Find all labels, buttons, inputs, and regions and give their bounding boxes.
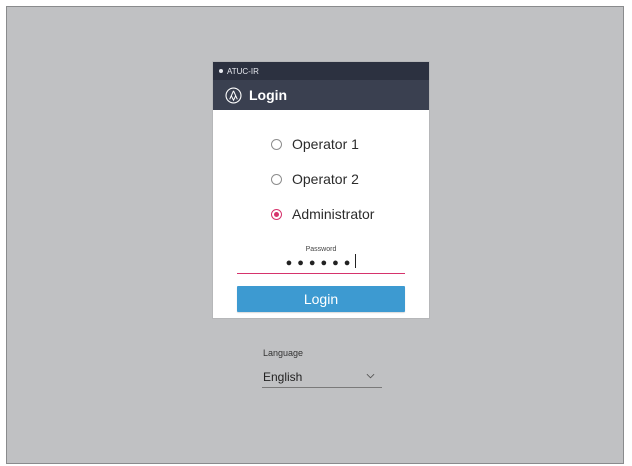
chevron-down-icon (366, 373, 375, 379)
login-header: Login (213, 80, 429, 110)
language-select[interactable]: English (262, 366, 382, 388)
language-value: English (263, 370, 303, 384)
role-label: Operator 2 (292, 171, 359, 187)
audio-technica-logo-icon (225, 86, 242, 104)
password-mask: ●●●●●● (285, 257, 356, 269)
radio-icon[interactable] (271, 173, 282, 185)
login-card: ATUC-IR Login Operator 1 Operator 2 Admi… (213, 62, 429, 318)
role-operator-1[interactable]: Operator 1 (271, 134, 374, 154)
app-frame: ATUC-IR Login Operator 1 Operator 2 Admi… (6, 6, 624, 464)
status-dot-icon (219, 69, 223, 73)
role-administrator[interactable]: Administrator (271, 204, 374, 224)
role-operator-2[interactable]: Operator 2 (271, 169, 374, 189)
radio-checked-icon[interactable] (271, 208, 282, 220)
login-button[interactable]: Login (237, 286, 405, 312)
device-name: ATUC-IR (227, 66, 259, 76)
device-bar: ATUC-IR (213, 62, 429, 80)
role-label: Administrator (292, 206, 375, 222)
password-label: Password (305, 246, 337, 253)
radio-icon[interactable] (271, 138, 282, 150)
text-caret (355, 254, 357, 268)
language-label: Language (263, 348, 304, 358)
role-radio-group: Operator 1 Operator 2 Administrator (271, 134, 374, 239)
role-label: Operator 1 (292, 136, 359, 152)
password-field[interactable]: ●●●●●● (237, 254, 405, 274)
login-title: Login (249, 87, 288, 103)
